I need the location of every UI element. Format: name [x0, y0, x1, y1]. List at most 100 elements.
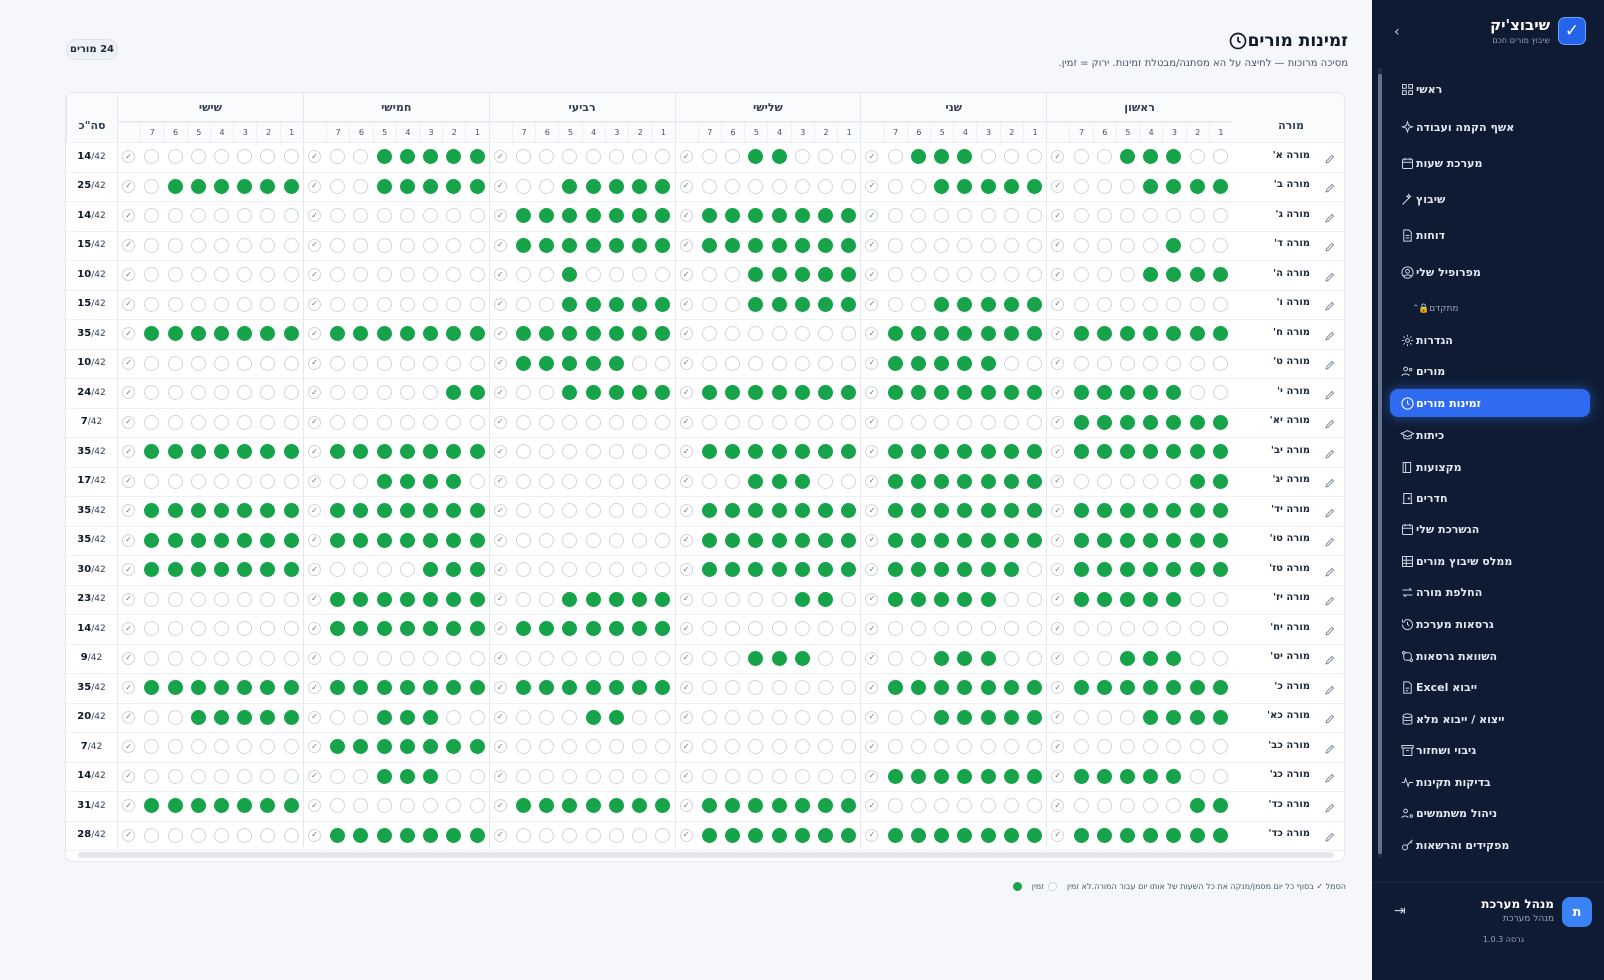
slot-available[interactable]: [330, 444, 346, 460]
slot-available[interactable]: [353, 326, 369, 342]
slot-unavailable[interactable]: [817, 149, 833, 165]
day-toggle-check-icon[interactable]: ✓: [1051, 740, 1065, 754]
slot-available[interactable]: [701, 798, 717, 814]
day-toggle-check-icon[interactable]: ✓: [865, 327, 879, 341]
slot-unavailable[interactable]: [330, 208, 346, 224]
slot-available[interactable]: [794, 473, 810, 489]
slot-available[interactable]: [771, 267, 787, 283]
slot-unavailable[interactable]: [771, 326, 787, 342]
slot-available[interactable]: [701, 385, 717, 401]
slot-unavailable[interactable]: [1143, 237, 1159, 253]
slot-unavailable[interactable]: [1096, 267, 1112, 283]
slot-available[interactable]: [910, 827, 926, 843]
day-toggle-check-icon[interactable]: ✓: [679, 504, 693, 518]
slot-available[interactable]: [934, 709, 950, 725]
slot-unavailable[interactable]: [725, 414, 741, 430]
day-toggle-check-icon[interactable]: ✓: [679, 179, 693, 193]
slot-available[interactable]: [237, 178, 253, 194]
slot-available[interactable]: [1096, 385, 1112, 401]
slot-unavailable[interactable]: [910, 267, 926, 283]
slot-unavailable[interactable]: [655, 562, 671, 578]
day-toggle-check-icon[interactable]: ✓: [679, 356, 693, 370]
slot-available[interactable]: [585, 355, 601, 371]
sidebar-item-21[interactable]: ניהול משתמשים: [1390, 799, 1590, 827]
slot-available[interactable]: [841, 532, 857, 548]
slot-unavailable[interactable]: [330, 237, 346, 253]
day-toggle-check-icon[interactable]: ✓: [865, 504, 879, 518]
slot-unavailable[interactable]: [562, 562, 578, 578]
slot-unavailable[interactable]: [887, 798, 903, 814]
slot-unavailable[interactable]: [1096, 473, 1112, 489]
edit-pencil-icon[interactable]: [1324, 386, 1338, 400]
day-toggle-check-icon[interactable]: ✓: [122, 592, 136, 606]
slot-unavailable[interactable]: [701, 296, 717, 312]
sidebar-item-13[interactable]: ממלס שיבוץ מורים: [1390, 547, 1590, 575]
day-toggle-check-icon[interactable]: ✓: [307, 356, 321, 370]
slot-available[interactable]: [190, 709, 206, 725]
slot-available[interactable]: [887, 532, 903, 548]
slot-available[interactable]: [260, 503, 276, 519]
slot-unavailable[interactable]: [1003, 208, 1019, 224]
slot-unavailable[interactable]: [376, 562, 392, 578]
day-toggle-check-icon[interactable]: ✓: [493, 828, 507, 842]
slot-unavailable[interactable]: [957, 237, 973, 253]
slot-available[interactable]: [1143, 267, 1159, 283]
sidebar-item-8[interactable]: זמינות מורים: [1390, 389, 1590, 417]
slot-available[interactable]: [167, 680, 183, 696]
slot-available[interactable]: [376, 503, 392, 519]
sidebar-item-15[interactable]: גרסאות מערכת: [1390, 610, 1590, 638]
slot-available[interactable]: [1166, 385, 1182, 401]
slot-unavailable[interactable]: [190, 768, 206, 784]
slot-unavailable[interactable]: [167, 208, 183, 224]
day-toggle-check-icon[interactable]: ✓: [679, 769, 693, 783]
slot-available[interactable]: [1096, 326, 1112, 342]
sidebar-item-19[interactable]: גיבוי ושחזור: [1390, 736, 1590, 764]
slot-unavailable[interactable]: [585, 650, 601, 666]
slot-available[interactable]: [423, 473, 439, 489]
slot-available[interactable]: [283, 680, 299, 696]
slot-unavailable[interactable]: [585, 739, 601, 755]
slot-available[interactable]: [585, 296, 601, 312]
slot-available[interactable]: [1166, 827, 1182, 843]
slot-available[interactable]: [1143, 650, 1159, 666]
slot-unavailable[interactable]: [817, 473, 833, 489]
slot-unavailable[interactable]: [725, 178, 741, 194]
slot-available[interactable]: [539, 326, 555, 342]
slot-available[interactable]: [794, 827, 810, 843]
slot-available[interactable]: [934, 385, 950, 401]
slot-unavailable[interactable]: [399, 267, 415, 283]
slot-available[interactable]: [167, 532, 183, 548]
day-toggle-check-icon[interactable]: ✓: [493, 533, 507, 547]
slot-available[interactable]: [516, 237, 531, 253]
day-toggle-check-icon[interactable]: ✓: [865, 356, 879, 370]
day-toggle-check-icon[interactable]: ✓: [1051, 710, 1065, 724]
slot-available[interactable]: [446, 532, 462, 548]
day-toggle-check-icon[interactable]: ✓: [307, 150, 321, 164]
slot-unavailable[interactable]: [701, 680, 717, 696]
slot-unavailable[interactable]: [469, 414, 485, 430]
slot-available[interactable]: [1003, 768, 1019, 784]
slot-unavailable[interactable]: [330, 414, 346, 430]
sidebar-item-0[interactable]: ראשי: [1390, 75, 1590, 103]
slot-available[interactable]: [562, 178, 578, 194]
slot-available[interactable]: [562, 296, 578, 312]
slot-available[interactable]: [771, 827, 787, 843]
day-toggle-check-icon[interactable]: ✓: [1051, 799, 1065, 813]
slot-available[interactable]: [771, 296, 787, 312]
slot-available[interactable]: [1003, 326, 1019, 342]
sidebar-item-3[interactable]: שיבוץ: [1390, 185, 1590, 213]
day-toggle-check-icon[interactable]: ✓: [122, 445, 136, 459]
slot-unavailable[interactable]: [632, 355, 648, 371]
slot-available[interactable]: [655, 326, 671, 342]
day-toggle-check-icon[interactable]: ✓: [679, 592, 693, 606]
slot-available[interactable]: [934, 355, 950, 371]
slot-available[interactable]: [1143, 444, 1159, 460]
slot-available[interactable]: [608, 237, 624, 253]
slot-available[interactable]: [1003, 385, 1019, 401]
slot-unavailable[interactable]: [725, 326, 741, 342]
slot-unavailable[interactable]: [817, 326, 833, 342]
slot-unavailable[interactable]: [516, 149, 531, 165]
slot-unavailable[interactable]: [516, 827, 531, 843]
slot-available[interactable]: [423, 178, 439, 194]
slot-unavailable[interactable]: [423, 385, 439, 401]
